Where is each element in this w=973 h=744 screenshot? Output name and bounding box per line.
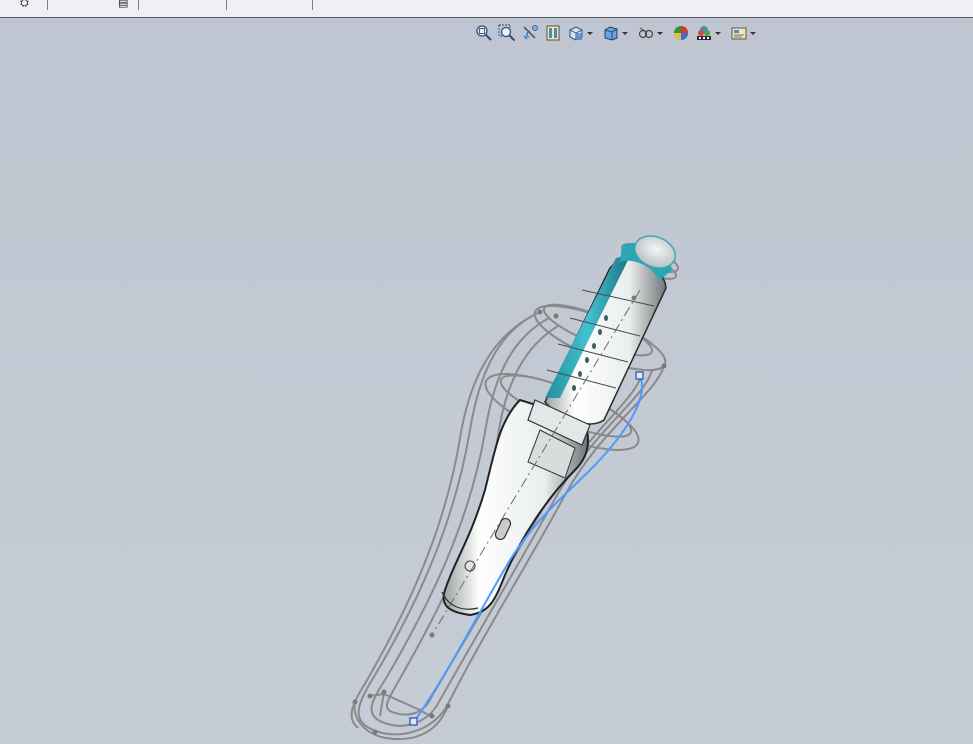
graphics-area[interactable] — [0, 18, 973, 744]
feature-manager-tab-strip: ⛭ ▤ — [0, 0, 973, 18]
tab-separator — [47, 0, 48, 10]
property-manager-tab-icon[interactable]: ▤ — [118, 0, 128, 9]
guide-line-bottom — [379, 691, 385, 717]
tab-separator — [312, 0, 313, 10]
curve-endpoint-handle-top[interactable] — [635, 371, 644, 380]
tab-separator — [226, 0, 227, 10]
tab-separator — [138, 0, 139, 10]
curve-endpoint-handle-bottom[interactable] — [409, 717, 418, 726]
cad-application-window: ⛭ ▤ — [0, 0, 973, 744]
feature-manager-tab-icon[interactable]: ⛭ — [20, 0, 29, 10]
